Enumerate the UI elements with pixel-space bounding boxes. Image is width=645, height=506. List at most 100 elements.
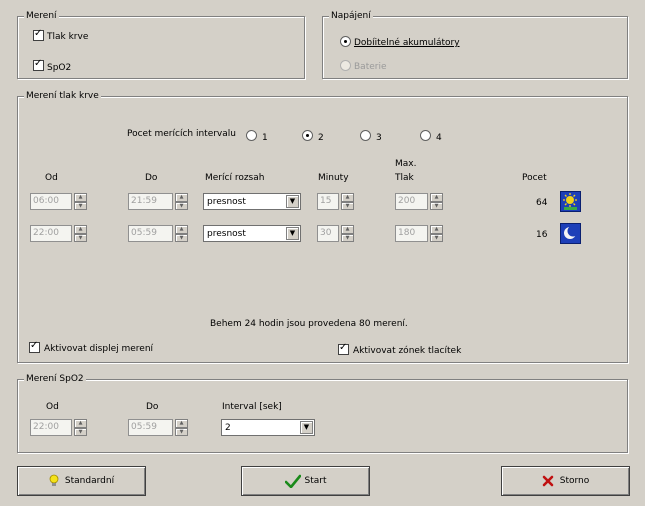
row2-od-field[interactable]: 22:00 [30, 225, 72, 242]
spo2-od-up-button[interactable]: ▲ [74, 419, 87, 428]
row1-minuty-up-button[interactable]: ▲ [341, 193, 354, 202]
start-button[interactable]: Start [241, 466, 370, 496]
row1-max-spinner[interactable]: 200 ▲ ▼ [395, 193, 443, 210]
sun-icon [560, 191, 581, 212]
zvonek-checkbox[interactable] [338, 342, 349, 355]
spo2-checkbox[interactable] [33, 58, 44, 71]
col-tlak-header: Tlak [395, 173, 414, 183]
row1-od-field[interactable]: 06:00 [30, 193, 72, 210]
row2-minuty-down-button[interactable]: ▼ [341, 233, 354, 242]
row1-do-field[interactable]: 21:59 [128, 193, 173, 210]
spo2-od-field[interactable]: 22:00 [30, 419, 72, 436]
spo2-group-title: Merení SpO2 [24, 373, 86, 385]
spo2-interval-value: 2 [225, 423, 231, 433]
napajeni-option-akumulatory-radio[interactable] [340, 36, 351, 47]
row2-minuty-spinner[interactable]: 30 ▲ ▼ [317, 225, 354, 242]
interval-radio-2-label: 2 [318, 133, 324, 143]
tlak-krve-label: Tlak krve [47, 32, 89, 42]
interval-radio-4-label: 4 [436, 133, 442, 143]
spo2-do-field[interactable]: 05:59 [128, 419, 173, 436]
chevron-down-icon[interactable]: ▼ [286, 227, 299, 240]
interval-radio-1-label: 1 [262, 133, 268, 143]
row1-od-down-button[interactable]: ▼ [74, 201, 87, 210]
zvonek-label: Aktivovat zónek tlacítek [353, 346, 462, 356]
row2-rozsah-value: presnost [207, 229, 246, 239]
col-max-header: Max. [395, 159, 417, 169]
row2-max-field[interactable]: 180 [395, 225, 428, 242]
spo2-check[interactable] [33, 58, 44, 71]
spo2-do-spinner[interactable]: 05:59 ▲ ▼ [128, 419, 188, 436]
col-od-header: Od [45, 173, 58, 183]
interval-radio-3-dot[interactable] [360, 130, 371, 141]
napajeni-group-title: Napájení [329, 10, 373, 22]
tlak-krve-checkbox[interactable] [33, 28, 44, 41]
col-pocet-header: Pocet [522, 173, 547, 183]
row1-max-field[interactable]: 200 [395, 193, 428, 210]
row1-minuty-field[interactable]: 15 [317, 193, 339, 210]
interval-radio-2-dot[interactable] [302, 130, 313, 141]
cancel-button-label: Storno [559, 476, 590, 486]
row2-do-field[interactable]: 05:59 [128, 225, 173, 242]
row1-rozsah-value: presnost [207, 197, 246, 207]
interval-radio-4[interactable] [420, 130, 431, 141]
row2-do-spinner[interactable]: 05:59 ▲ ▼ [128, 225, 188, 242]
displej-check[interactable] [29, 340, 40, 353]
row2-minuty-field[interactable]: 30 [317, 225, 339, 242]
displej-checkbox[interactable] [29, 340, 40, 353]
row1-od-spinner[interactable]: 06:00 ▲ ▼ [30, 193, 87, 210]
row1-do-spinner[interactable]: 21:59 ▲ ▼ [128, 193, 188, 210]
row2-od-down-button[interactable]: ▼ [74, 233, 87, 242]
spo2-od-spinner[interactable]: 22:00 ▲ ▼ [30, 419, 87, 436]
spo2-interval-select[interactable]: 2 ▼ [221, 419, 315, 436]
row2-rozsah-select[interactable]: presnost ▼ [203, 225, 301, 242]
interval-radio-2[interactable] [302, 130, 313, 141]
row1-do-up-button[interactable]: ▲ [175, 193, 188, 202]
row1-do-down-button[interactable]: ▼ [175, 201, 188, 210]
row1-minuty-spinner[interactable]: 15 ▲ ▼ [317, 193, 354, 210]
row2-od-up-button[interactable]: ▲ [74, 225, 87, 234]
baterie-radio-dot[interactable] [340, 60, 351, 71]
displej-label: Aktivovat displej merení [44, 344, 154, 354]
chevron-down-icon[interactable]: ▼ [286, 195, 299, 208]
row2-minuty-up-button[interactable]: ▲ [341, 225, 354, 234]
col-do-header: Do [145, 173, 158, 183]
spo2-do-up-button[interactable]: ▲ [175, 419, 188, 428]
row2-pocet-value: 16 [536, 230, 548, 240]
row2-max-up-button[interactable]: ▲ [430, 225, 443, 234]
chevron-down-icon[interactable]: ▼ [300, 421, 313, 434]
col-minuty-header: Minuty [318, 173, 349, 183]
measurement-summary: Behem 24 hodin jsou provedena 80 merení. [210, 319, 408, 329]
mereni-group-title: Merení [24, 10, 59, 22]
interval-radio-3[interactable] [360, 130, 371, 141]
interval-radio-1[interactable] [246, 130, 257, 141]
akumulatory-radio-dot[interactable] [340, 36, 351, 47]
row1-minuty-down-button[interactable]: ▼ [341, 201, 354, 210]
interval-radio-1-dot[interactable] [246, 130, 257, 141]
standard-button[interactable]: Standardní [17, 466, 146, 496]
spo2-col-interval-header: Interval [sek] [222, 402, 282, 412]
row1-max-up-button[interactable]: ▲ [430, 193, 443, 202]
spo2-od-down-button[interactable]: ▼ [74, 427, 87, 436]
lightbulb-icon [49, 474, 59, 486]
cancel-button[interactable]: Storno [501, 466, 630, 496]
sun-icon-svg [563, 193, 577, 210]
row1-od-up-button[interactable]: ▲ [74, 193, 87, 202]
row1-rozsah-select[interactable]: presnost ▼ [203, 193, 301, 210]
row2-do-up-button[interactable]: ▲ [175, 225, 188, 234]
spo2-do-down-button[interactable]: ▼ [175, 427, 188, 436]
interval-count-label: Pocet merících intervalu [127, 129, 236, 139]
close-icon [542, 475, 554, 487]
row1-max-down-button[interactable]: ▼ [430, 201, 443, 210]
zvonek-check[interactable] [338, 342, 349, 355]
row2-od-spinner[interactable]: 22:00 ▲ ▼ [30, 225, 87, 242]
napajeni-option-baterie-radio[interactable] [340, 60, 351, 71]
row2-max-down-button[interactable]: ▼ [430, 233, 443, 242]
row2-max-spinner[interactable]: 180 ▲ ▼ [395, 225, 443, 242]
standard-button-label: Standardní [64, 476, 115, 486]
checkmark-icon [284, 474, 301, 488]
row2-do-down-button[interactable]: ▼ [175, 233, 188, 242]
interval-radio-4-dot[interactable] [420, 130, 431, 141]
tlak-krve-check[interactable] [33, 28, 44, 41]
start-button-label: Start [304, 476, 327, 486]
row1-pocet-value: 64 [536, 198, 548, 208]
